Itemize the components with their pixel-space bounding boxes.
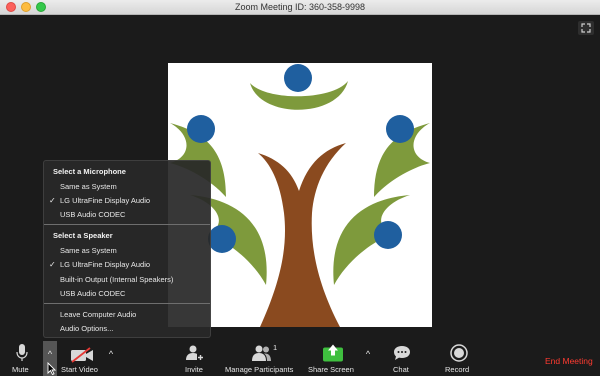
leave-audio-label: Leave Computer Audio bbox=[60, 310, 137, 319]
dot-top bbox=[284, 64, 312, 92]
microphone-section-header: Select a Microphone bbox=[53, 167, 126, 176]
invite-label: Invite bbox=[185, 365, 203, 374]
dot-right-upper bbox=[386, 115, 414, 143]
mic-option-label: USB Audio CODEC bbox=[60, 210, 126, 219]
speaker-option-same-as-system[interactable]: Same as System bbox=[44, 244, 210, 257]
video-camera-off-icon bbox=[71, 347, 93, 363]
chat-label: Chat bbox=[393, 365, 409, 374]
dot-left-upper bbox=[187, 115, 215, 143]
title-bar: Zoom Meeting ID: 360-358-9998 bbox=[0, 0, 600, 15]
add-person-icon bbox=[186, 345, 204, 361]
checkmark-icon: ✓ bbox=[49, 260, 56, 269]
speaker-option-usb-audio-codec[interactable]: USB Audio CODEC bbox=[44, 287, 210, 300]
audio-options-item[interactable]: Audio Options... bbox=[44, 322, 210, 335]
fullscreen-icon bbox=[581, 23, 591, 33]
tree-trunk bbox=[258, 143, 346, 327]
end-meeting-button[interactable]: End Meeting bbox=[545, 356, 593, 366]
audio-options-label: Audio Options... bbox=[60, 324, 114, 333]
mute-button[interactable]: Mute bbox=[8, 341, 36, 376]
share-options-caret-button[interactable]: ^ bbox=[361, 341, 375, 376]
chevron-up-icon: ^ bbox=[108, 349, 114, 359]
chevron-up-icon: ^ bbox=[365, 349, 371, 359]
participants-icon bbox=[252, 345, 271, 361]
manage-participants-label: Manage Participants bbox=[225, 365, 294, 374]
share-screen-label: Share Screen bbox=[308, 365, 354, 374]
speaker-section-header: Select a Speaker bbox=[53, 231, 113, 240]
share-screen-button[interactable]: Share Screen bbox=[307, 341, 359, 376]
speaker-option-label: Same as System bbox=[60, 246, 117, 255]
audio-dropdown-menu: Select a Microphone Same as System ✓ LG … bbox=[43, 160, 211, 338]
speaker-option-label: LG UltraFine Display Audio bbox=[60, 260, 151, 269]
record-label: Record bbox=[445, 365, 470, 374]
mute-label: Mute bbox=[12, 365, 29, 374]
leave-computer-audio-item[interactable]: Leave Computer Audio bbox=[44, 308, 210, 321]
mic-option-same-as-system[interactable]: Same as System bbox=[44, 180, 210, 193]
window-title: Zoom Meeting ID: 360-358-9998 bbox=[234, 2, 366, 12]
start-video-label: Start Video bbox=[61, 365, 98, 374]
record-icon bbox=[450, 344, 468, 362]
menu-divider bbox=[44, 224, 210, 225]
record-button[interactable]: Record bbox=[444, 341, 474, 376]
share-screen-icon bbox=[323, 344, 343, 362]
chat-bubble-icon bbox=[394, 346, 410, 360]
checkmark-icon: ✓ bbox=[49, 196, 56, 205]
start-video-button[interactable]: Start Video bbox=[58, 341, 104, 376]
mic-option-lg-ultrafine[interactable]: ✓ LG UltraFine Display Audio bbox=[44, 194, 210, 207]
speaker-option-built-in-output[interactable]: Built-in Output (Internal Speakers) bbox=[44, 273, 210, 286]
menu-divider bbox=[44, 303, 210, 304]
mouse-cursor-icon bbox=[47, 362, 56, 375]
mic-option-usb-audio-codec[interactable]: USB Audio CODEC bbox=[44, 208, 210, 221]
mic-option-label: LG UltraFine Display Audio bbox=[60, 196, 151, 205]
speaker-option-label: Built-in Output (Internal Speakers) bbox=[60, 275, 174, 284]
chat-button[interactable]: Chat bbox=[390, 341, 414, 376]
participant-count-badge: 1 bbox=[273, 343, 278, 352]
mic-option-label: Same as System bbox=[60, 182, 117, 191]
dot-right-lower bbox=[374, 221, 402, 249]
microphone-icon bbox=[16, 344, 28, 361]
meeting-toolbar: Mute ^ Start Video ^ Invite 1 Manage Par… bbox=[0, 341, 600, 376]
manage-participants-button[interactable]: 1 Manage Participants bbox=[224, 341, 300, 376]
invite-button[interactable]: Invite bbox=[182, 341, 208, 376]
fullscreen-button[interactable] bbox=[578, 21, 594, 35]
video-options-caret-button[interactable]: ^ bbox=[104, 341, 118, 376]
speaker-option-lg-ultrafine[interactable]: ✓ LG UltraFine Display Audio bbox=[44, 258, 210, 271]
speaker-option-label: USB Audio CODEC bbox=[60, 289, 126, 298]
